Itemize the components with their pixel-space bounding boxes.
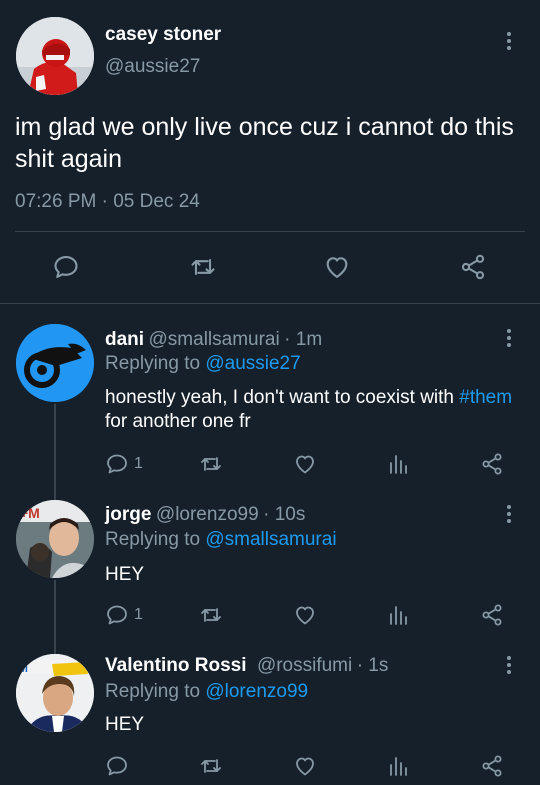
reply-text: honestly yeah, I don't want to coexist w… (105, 386, 515, 434)
share-icon[interactable] (480, 452, 504, 476)
share-icon[interactable] (480, 603, 504, 627)
thread-line (54, 404, 56, 502)
reply-time: · 10s (263, 504, 306, 525)
mention-link[interactable]: @lorenzo99 (205, 681, 308, 702)
author-handle[interactable]: @lorenzo99 (156, 504, 259, 525)
section-divider (0, 303, 540, 304)
author-handle[interactable]: @rossifumi (257, 655, 352, 676)
mention-link[interactable]: @aussie27 (205, 353, 300, 374)
author-handle[interactable]: @smallsamurai (149, 329, 280, 350)
reply-header: jorge @lorenzo99 · 10s (105, 504, 305, 526)
reply-icon[interactable] (105, 754, 129, 778)
analytics-icon[interactable] (386, 603, 410, 627)
reply-text-part: honestly yeah, I don't want to coexist w… (105, 387, 460, 408)
share-icon[interactable] (459, 253, 487, 281)
reply-icon[interactable] (105, 452, 129, 476)
hashtag-link[interactable]: #them (459, 387, 512, 408)
replying-to-label: Replying to (105, 353, 201, 374)
avatar[interactable] (16, 17, 94, 95)
tweet-text: im glad we only live once cuz i cannot d… (15, 113, 514, 173)
reply-icon[interactable] (105, 603, 129, 627)
reply-header: dani @smallsamurai · 1m (105, 329, 322, 351)
more-icon[interactable] (506, 505, 512, 525)
reply-text-part: for another one fr (105, 411, 251, 432)
reply-header: Valentino Rossi @rossifumi · 1s (105, 655, 388, 677)
reply-count: 1 (134, 455, 143, 472)
like-icon[interactable] (293, 452, 317, 476)
more-icon[interactable] (506, 656, 512, 676)
reply-count: 1 (134, 606, 143, 623)
replying-to: Replying to @aussie27 (105, 353, 301, 375)
author-name[interactable]: dani (105, 329, 144, 350)
retweet-icon[interactable] (199, 452, 223, 476)
author-name[interactable]: casey stoner (105, 24, 221, 46)
divider (15, 231, 525, 232)
svg-text:+M: +M (20, 505, 40, 521)
author-name[interactable]: jorge (105, 504, 151, 525)
replying-to-label: Replying to (105, 681, 201, 702)
reply-time: · 1m (284, 329, 323, 350)
avatar-image: +M (16, 500, 94, 578)
like-icon[interactable] (293, 754, 317, 778)
retweet-icon[interactable] (199, 754, 223, 778)
author-handle[interactable]: @aussie27 (105, 56, 200, 78)
reply-text: HEY (105, 564, 145, 585)
thread-line (54, 580, 56, 654)
analytics-icon[interactable] (386, 754, 410, 778)
author-name[interactable]: Valentino Rossi (105, 655, 246, 676)
svg-text:M: M (18, 661, 28, 675)
avatar-image (16, 17, 94, 95)
reply-icon[interactable] (52, 253, 80, 281)
replying-to: Replying to @smallsamurai (105, 529, 337, 551)
replying-to: Replying to @lorenzo99 (105, 681, 308, 703)
like-icon[interactable] (293, 603, 317, 627)
tweet-timestamp[interactable]: 07:26 PM · 05 Dec 24 (15, 191, 200, 213)
avatar-image: M (16, 654, 94, 732)
more-icon[interactable] (506, 32, 512, 52)
replying-to-label: Replying to (105, 529, 201, 550)
reply-text: HEY (105, 714, 145, 735)
more-icon[interactable] (506, 329, 512, 349)
mention-link[interactable]: @smallsamurai (205, 529, 336, 550)
analytics-icon[interactable] (386, 452, 410, 476)
avatar[interactable] (16, 324, 94, 402)
share-icon[interactable] (480, 754, 504, 778)
retweet-icon[interactable] (199, 603, 223, 627)
avatar-image (16, 324, 94, 402)
avatar[interactable]: M (16, 654, 94, 732)
retweet-icon[interactable] (189, 253, 217, 281)
reply-time: · 1s (356, 655, 389, 676)
like-icon[interactable] (323, 253, 351, 281)
avatar[interactable]: +M (16, 500, 94, 578)
